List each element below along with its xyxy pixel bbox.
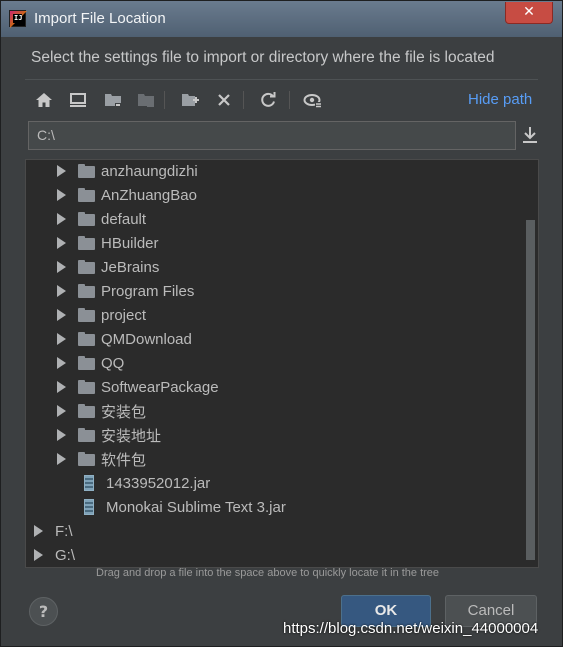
expand-arrow-icon[interactable] — [55, 381, 67, 393]
divider — [25, 79, 538, 80]
project-folder-icon[interactable] — [102, 89, 124, 111]
desktop-icon[interactable] — [67, 89, 89, 111]
folder-icon — [78, 188, 95, 202]
expand-arrow-icon[interactable] — [55, 429, 67, 441]
delete-icon[interactable] — [213, 89, 235, 111]
folder-icon — [78, 164, 95, 178]
path-input[interactable]: C:\ — [28, 121, 516, 150]
tree-item-label: JeBrains — [101, 258, 160, 276]
jar-file-icon — [84, 475, 94, 491]
folder-icon — [78, 332, 95, 346]
folder-icon — [78, 380, 95, 394]
tree-file-item[interactable]: 1433952012.jar — [26, 471, 526, 495]
tree-item-label: SoftwearPackage — [101, 378, 219, 396]
tree-folder-item[interactable]: JeBrains — [26, 255, 526, 279]
tree-item-label: 安装地址 — [101, 427, 162, 445]
watermark-text: https://blog.csdn.net/weixin_44000004 — [283, 620, 539, 637]
module-folder-icon[interactable] — [135, 89, 157, 111]
tree-folder-item[interactable]: anzhaungdizhi — [26, 160, 526, 183]
expand-arrow-icon[interactable] — [55, 309, 67, 321]
tree-folder-item[interactable]: 安装地址 — [26, 423, 526, 447]
folder-icon — [78, 404, 95, 418]
tree-folder-item[interactable]: project — [26, 303, 526, 327]
tree-folder-item[interactable]: 安装包 — [26, 399, 526, 423]
expand-arrow-icon[interactable] — [55, 189, 67, 201]
tree-folder-item[interactable]: HBuilder — [26, 231, 526, 255]
tree-item-label: default — [101, 210, 147, 228]
tree-item-label: HBuilder — [101, 234, 159, 252]
toolbar-separator — [164, 91, 165, 109]
jar-file-icon — [84, 499, 94, 515]
instruction-text: Select the settings file to import or di… — [31, 49, 495, 66]
tree-scrollbar[interactable] — [526, 220, 535, 560]
expand-arrow-icon[interactable] — [55, 237, 67, 249]
tree-item-label: Program Files — [101, 282, 195, 300]
expand-arrow-icon[interactable] — [32, 525, 44, 537]
tree-item-label: AnZhuangBao — [101, 186, 197, 204]
refresh-icon[interactable] — [257, 89, 279, 111]
folder-icon — [78, 452, 95, 466]
tree-file-item[interactable]: Monokai Sublime Text 3.jar — [26, 495, 526, 519]
dialog-content: Select the settings file to import or di… — [9, 37, 554, 640]
tree-item-label: project — [101, 306, 147, 324]
expand-arrow-icon[interactable] — [55, 405, 67, 417]
expand-arrow-icon[interactable] — [55, 213, 67, 225]
folder-icon — [78, 236, 95, 250]
hide-path-link[interactable]: Hide path — [468, 91, 532, 108]
expand-arrow-icon[interactable] — [55, 165, 67, 177]
folder-icon — [78, 284, 95, 298]
tree-item-label: QMDownload — [101, 330, 192, 348]
tree-folder-item[interactable]: default — [26, 207, 526, 231]
folder-icon — [78, 356, 95, 370]
expand-arrow-icon[interactable] — [55, 333, 67, 345]
folder-icon — [78, 428, 95, 442]
toolbar-separator — [243, 91, 244, 109]
import-file-dialog: IJ Import File Location ✕ Select the set… — [0, 0, 563, 647]
home-icon[interactable] — [33, 89, 55, 111]
download-icon[interactable] — [521, 125, 539, 145]
tree-item-label: QQ — [101, 354, 125, 372]
close-button[interactable]: ✕ — [505, 2, 553, 24]
tree-item-label: F:\ — [55, 522, 73, 540]
toolbar-separator — [289, 91, 290, 109]
show-hidden-icon[interactable] — [302, 89, 324, 111]
expand-arrow-icon[interactable] — [55, 453, 67, 465]
tree-item-label: Monokai Sublime Text 3.jar — [106, 498, 286, 516]
tree-folder-item[interactable]: AnZhuangBao — [26, 183, 526, 207]
tree-folder-item[interactable]: F:\ — [26, 519, 526, 543]
tree-folder-item[interactable]: Program Files — [26, 279, 526, 303]
intellij-app-icon: IJ — [9, 10, 26, 27]
tree-folder-item[interactable]: SoftwearPackage — [26, 375, 526, 399]
tree-item-label: G:\ — [55, 546, 76, 564]
folder-icon — [78, 260, 95, 274]
tree-item-label: 1433952012.jar — [106, 474, 211, 492]
file-chooser-toolbar — [31, 89, 511, 111]
file-tree[interactable]: anzhaungdizhi AnZhuangBao default HBuilder J… — [25, 159, 539, 568]
expand-arrow-icon[interactable] — [55, 261, 67, 273]
new-folder-icon[interactable] — [179, 89, 201, 111]
help-button[interactable]: ? — [29, 597, 58, 626]
expand-arrow-icon[interactable] — [55, 357, 67, 369]
folder-icon — [78, 212, 95, 226]
tree-folder-item[interactable]: QQ — [26, 351, 526, 375]
drag-drop-hint: Drag and drop a file into the space abov… — [96, 567, 440, 579]
tree-item-label: anzhaungdizhi — [101, 162, 198, 180]
tree-folder-item[interactable]: 软件包 — [26, 447, 526, 471]
tree-item-label: 软件包 — [101, 451, 147, 469]
window-title: Import File Location — [34, 10, 166, 27]
tree-item-label: 安装包 — [101, 403, 147, 421]
expand-arrow-icon[interactable] — [55, 285, 67, 297]
folder-icon — [78, 308, 95, 322]
tree-folder-item[interactable]: G:\ — [26, 543, 526, 567]
expand-arrow-icon[interactable] — [32, 549, 44, 561]
title-bar[interactable]: IJ Import File Location ✕ — [1, 1, 562, 37]
tree-folder-item[interactable]: QMDownload — [26, 327, 526, 351]
